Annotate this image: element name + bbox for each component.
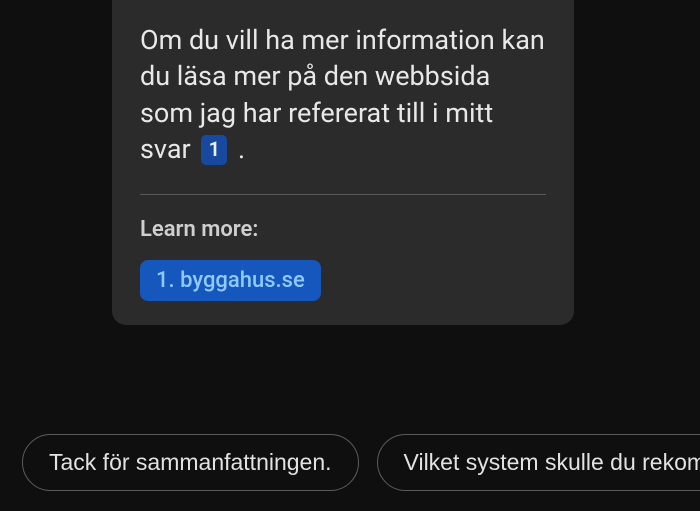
source-link[interactable]: 1. byggahus.se xyxy=(140,260,321,301)
suggestion-chip[interactable]: Vilket system skulle du rekomm xyxy=(377,434,700,491)
message-text: Om du vill ha mer information kan du läs… xyxy=(140,0,546,186)
suggestion-chip[interactable]: Tack för sammanfattningen. xyxy=(22,434,359,491)
suggestions-row: Tack för sammanfattningen. Vilket system… xyxy=(22,434,700,491)
divider xyxy=(140,194,546,195)
learn-more-label: Learn more: xyxy=(140,217,546,242)
citation-badge[interactable]: 1 xyxy=(201,135,227,165)
message-text-part: . xyxy=(231,133,245,165)
assistant-message-card: Om du vill ha mer information kan du läs… xyxy=(112,0,574,325)
